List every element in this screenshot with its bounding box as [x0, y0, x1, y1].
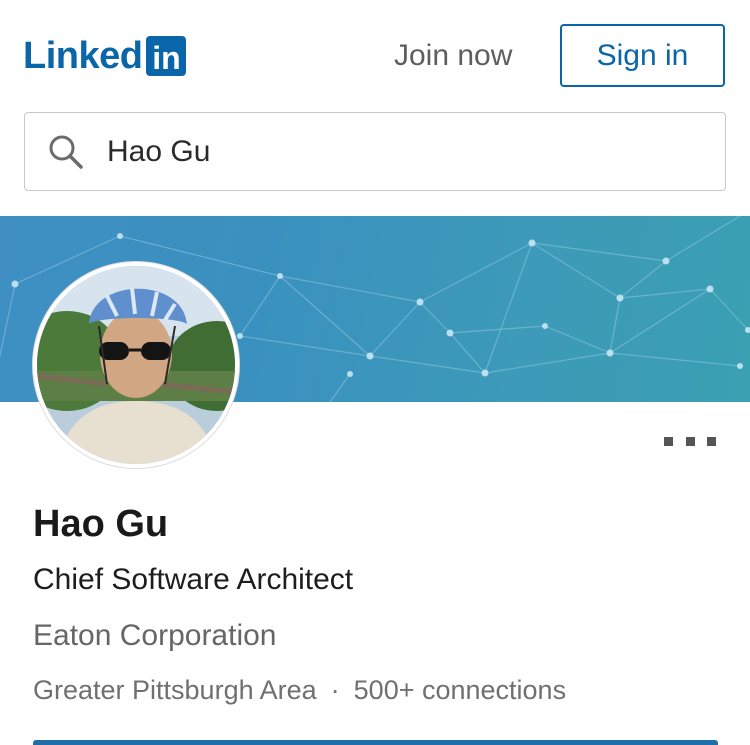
- logo-wordmark: Linked: [23, 35, 143, 77]
- search-icon: [49, 135, 83, 169]
- more-horizontal-icon-dot: [707, 436, 716, 446]
- profile-company[interactable]: Eaton Corporation: [33, 618, 277, 654]
- linkedin-logo[interactable]: Linked in: [23, 34, 187, 78]
- meta-separator: ·: [330, 675, 340, 705]
- avatar-illustration: [37, 266, 235, 464]
- logo-in-box: in: [146, 36, 187, 76]
- profile-location: Greater Pittsburgh Area: [33, 675, 317, 705]
- primary-action-button[interactable]: [33, 740, 718, 745]
- top-bar: Linked in Join now Sign in: [0, 0, 750, 100]
- profile-name: Hao Gu: [33, 503, 169, 545]
- search-bar[interactable]: [24, 112, 726, 191]
- profile-headline: Chief Software Architect: [33, 563, 354, 596]
- sign-in-button[interactable]: Sign in: [560, 24, 725, 87]
- profile-photo[interactable]: [33, 262, 239, 468]
- profile-connections: 500+ connections: [353, 675, 567, 705]
- more-horizontal-icon-dot: [685, 436, 695, 446]
- join-now-link[interactable]: Join now: [394, 38, 512, 74]
- more-horizontal-icon: [664, 436, 673, 446]
- profile-meta: Greater Pittsburgh Area · 500+ connections: [33, 673, 566, 707]
- more-options-button[interactable]: [664, 426, 716, 456]
- search-input[interactable]: [107, 129, 707, 175]
